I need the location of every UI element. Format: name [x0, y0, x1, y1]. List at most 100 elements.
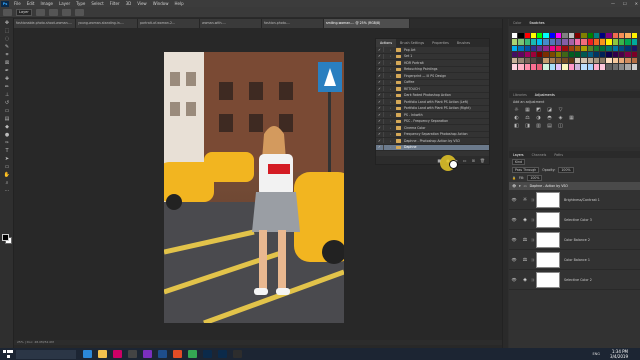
maximize-icon[interactable]: ☐ [623, 1, 627, 6]
toggle-check-icon[interactable]: ✓ [376, 106, 383, 110]
color-swatch[interactable] [562, 45, 568, 51]
adjustment-icon[interactable]: ▦ [568, 115, 575, 121]
document-photo[interactable] [164, 52, 344, 323]
color-swatch[interactable] [625, 39, 631, 45]
layer-mask-thumbnail[interactable] [536, 251, 560, 268]
chevron-right-icon[interactable]: › [390, 74, 394, 78]
transform-controls-checkbox[interactable] [35, 8, 45, 16]
color-swatch[interactable] [593, 64, 600, 70]
adjustment-icon[interactable]: ◓ [546, 115, 553, 121]
color-swatch[interactable] [631, 33, 637, 39]
zoom-tool-icon[interactable]: ⌕ [2, 179, 12, 186]
color-swatch[interactable] [587, 45, 593, 51]
lock-icons[interactable]: 🔒 [512, 176, 516, 180]
toggle-check-icon[interactable]: ✓ [376, 48, 383, 52]
color-swatch[interactable] [530, 64, 537, 70]
menu-3d[interactable]: 3D [123, 1, 135, 6]
color-swatch[interactable] [568, 45, 574, 51]
new-action-icon[interactable]: ⊞ [472, 158, 475, 163]
color-swatch[interactable] [587, 64, 593, 70]
doc-tab[interactable]: woman-with-... [200, 19, 262, 28]
color-swatch[interactable] [625, 64, 631, 70]
taskbar-app-icon[interactable] [188, 350, 197, 358]
color-swatch[interactable] [518, 33, 524, 39]
color-swatch[interactable] [537, 58, 543, 64]
color-swatch[interactable] [606, 39, 612, 45]
adjustment-icon[interactable]: ◈ [557, 115, 564, 121]
chevron-right-icon[interactable]: › [390, 106, 394, 110]
color-swatch[interactable] [631, 58, 637, 64]
color-swatch[interactable] [549, 51, 556, 58]
eye-icon[interactable]: 👁 [509, 217, 519, 222]
color-swatch[interactable] [524, 51, 530, 58]
blend-mode-dropdown[interactable]: Pass Through [512, 167, 540, 173]
color-swatch[interactable] [543, 45, 549, 51]
color-swatch[interactable] [600, 51, 606, 58]
adjustment-icon[interactable]: ⚖ [524, 115, 531, 121]
dialog-toggle[interactable] [383, 79, 390, 85]
color-swatch[interactable] [619, 58, 625, 64]
close-icon[interactable]: ✕ [635, 1, 638, 6]
dialog-toggle[interactable] [383, 138, 390, 144]
color-swatch[interactable] [556, 64, 562, 70]
dialog-toggle[interactable] [383, 66, 390, 72]
align-center-icon[interactable] [61, 8, 71, 16]
color-swatch[interactable] [581, 64, 587, 70]
move-tool-preset-icon[interactable] [3, 8, 12, 16]
dialog-toggle[interactable] [383, 99, 390, 105]
layer-row[interactable]: 👁 ⚖ ⛓ Color Balance 1 [509, 250, 640, 270]
color-swatch[interactable] [593, 33, 600, 39]
taskbar-clock[interactable]: 1:34 PM 3/4/2019 [610, 349, 628, 359]
dialog-toggle[interactable] [383, 131, 390, 137]
dialog-toggle[interactable] [383, 60, 390, 66]
color-swatch[interactable] [568, 39, 574, 45]
chevron-right-icon[interactable]: › [390, 87, 394, 91]
color-swatch[interactable] [537, 33, 543, 39]
eye-icon[interactable]: 👁 [509, 277, 519, 282]
chevron-right-icon[interactable]: › [390, 119, 394, 123]
tab-color[interactable]: Color [509, 21, 525, 25]
color-swatch[interactable] [512, 45, 518, 51]
color-swatch[interactable] [549, 33, 556, 39]
toggle-check-icon[interactable]: ✓ [376, 93, 383, 97]
frame-tool-icon[interactable]: ⊠ [2, 59, 12, 66]
adjustment-icon[interactable]: ▥ [535, 123, 542, 129]
color-swatch[interactable] [581, 45, 587, 51]
tab-properties[interactable]: Properties [428, 41, 453, 45]
path-selection-tool-icon[interactable]: ➤ [2, 155, 12, 162]
menu-window[interactable]: Window [150, 1, 172, 6]
color-swatch[interactable] [593, 45, 600, 51]
dodge-tool-icon[interactable]: ● [2, 131, 12, 138]
menu-select[interactable]: Select [88, 1, 106, 6]
chevron-right-icon[interactable]: › [390, 139, 394, 143]
color-swatch[interactable] [512, 64, 518, 70]
auto-select-dropdown[interactable]: Layer [16, 8, 32, 16]
color-swatch[interactable] [568, 33, 574, 39]
menu-file[interactable]: File [11, 1, 24, 6]
color-swatch[interactable] [518, 51, 524, 58]
menu-view[interactable]: View [134, 1, 150, 6]
color-swatch[interactable] [600, 33, 606, 39]
color-swatch[interactable] [549, 58, 556, 64]
menu-layer[interactable]: Layer [56, 1, 73, 6]
adjustment-icon[interactable]: ◩ [535, 107, 542, 113]
toggle-check-icon[interactable]: ✓ [376, 119, 383, 123]
color-swatch[interactable] [631, 39, 637, 45]
adjustment-icon[interactable]: ◪ [546, 107, 553, 113]
color-swatch[interactable] [606, 45, 612, 51]
tab-libraries[interactable]: Libraries [509, 93, 531, 97]
eyedropper-tool-icon[interactable]: ✒ [2, 67, 12, 74]
toggle-check-icon[interactable]: ✓ [376, 67, 383, 71]
taskbar-app-icon[interactable] [158, 350, 167, 358]
dialog-toggle[interactable] [383, 112, 390, 118]
color-swatch[interactable] [593, 39, 600, 45]
taskbar-app-icon[interactable] [83, 350, 92, 358]
color-swatch[interactable] [574, 64, 581, 70]
doc-tab-active[interactable]: smiling-woman-... @ 25% (RGB/8) [324, 19, 410, 28]
color-swatch[interactable] [631, 51, 637, 58]
color-swatch[interactable] [631, 45, 637, 51]
color-swatch[interactable] [625, 58, 631, 64]
color-swatch[interactable] [512, 33, 518, 39]
adjustment-icon[interactable]: ▤ [546, 123, 553, 129]
tab-adjustments[interactable]: Adjustments [531, 93, 559, 97]
